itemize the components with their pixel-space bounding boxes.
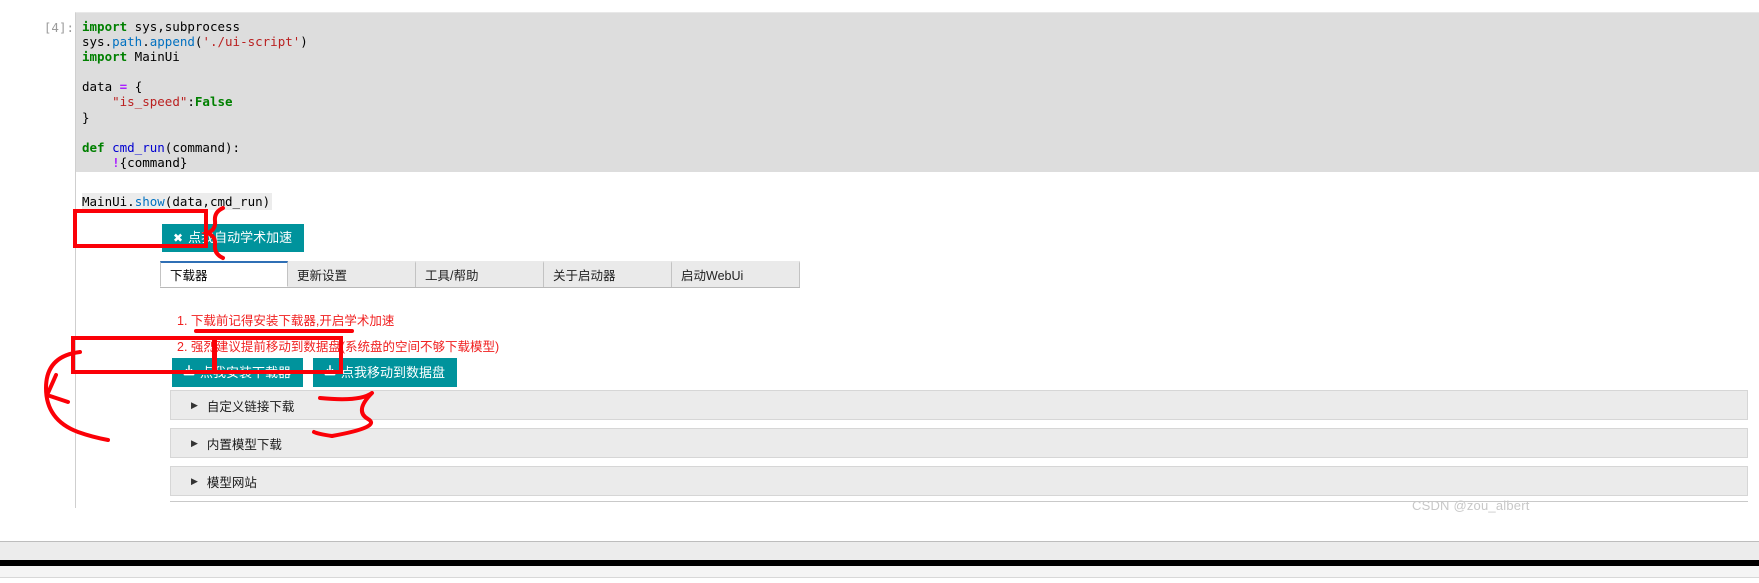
academic-acceleration-label: 点我自动学术加速	[188, 230, 293, 245]
accordion-model-websites[interactable]: ▶ 模型网站	[170, 466, 1748, 496]
install-downloader-label: 点我安装下载器	[200, 364, 292, 380]
academic-acceleration-button[interactable]: ✖ 点我自动学术加速	[162, 224, 305, 252]
tab-about-launcher[interactable]: 关于启动器	[544, 261, 672, 287]
code-output-line: MainUi.show(data,cmd_run)	[82, 193, 273, 210]
watermark: CSDN @zou_albert	[1412, 498, 1530, 513]
bottom-chrome-inner	[0, 566, 1759, 578]
chevron-right-icon: ▶	[191, 399, 198, 410]
chevron-right-icon: ▶	[191, 475, 198, 486]
accordion-list: ▶ 自定义链接下载 ▶ 内置模型下载 ▶ 模型网站	[170, 390, 1748, 504]
accordion-custom-link-download-label: 自定义链接下载	[206, 399, 295, 414]
code-editor[interactable]: import sys,subprocess sys.path.append('.…	[76, 13, 1759, 172]
tab-start-webui[interactable]: 启动WebUi	[672, 261, 800, 287]
accordion-custom-link-download[interactable]: ▶ 自定义链接下载	[170, 390, 1748, 420]
source-code: import sys,subprocess sys.path.append('.…	[82, 19, 308, 170]
notebook-cell: [4]: import sys,subprocess sys.path.appe…	[0, 0, 1759, 540]
move-to-data-disk-label: 点我移动到数据盘	[341, 364, 446, 380]
tab-start-webui-label: 启动WebUi	[681, 269, 744, 283]
move-to-data-disk-button[interactable]: 点我移动到数据盘	[313, 358, 458, 387]
accordion-builtin-model-download[interactable]: ▶ 内置模型下载	[170, 428, 1748, 458]
notice-install-downloader: 1. 下载前记得安装下载器,开启学术加速	[177, 314, 395, 328]
bottom-toolbar-strip	[0, 541, 1759, 560]
tab-downloader[interactable]: 下载器	[160, 261, 288, 287]
accordion-model-websites-label: 模型网站	[206, 475, 257, 490]
notice-move-to-data-disk: 2. 强烈建议提前移动到数据盘(系统盘的空间不够下载模型)	[177, 340, 500, 354]
cell-execution-prompt: [4]:	[43, 20, 74, 35]
close-x-icon: ✖	[173, 230, 184, 245]
bottom-chrome	[0, 566, 1759, 583]
tab-tools-help[interactable]: 工具/帮助	[416, 261, 544, 287]
install-downloader-button[interactable]: 点我安装下载器	[172, 358, 304, 387]
tab-tools-help-label: 工具/帮助	[425, 269, 479, 283]
academic-accel-row: ✖ 点我自动学术加速	[162, 224, 305, 252]
download-icon	[324, 365, 336, 379]
tab-downloader-label: 下载器	[170, 269, 208, 283]
tab-update-settings[interactable]: 更新设置	[288, 261, 416, 287]
tab-bar: 下载器 更新设置 工具/帮助 关于启动器 启动WebUi	[160, 261, 800, 288]
download-icon	[183, 365, 195, 379]
chevron-right-icon: ▶	[191, 437, 198, 448]
cell-body: import sys,subprocess sys.path.append('.…	[75, 12, 1759, 508]
tab-about-launcher-label: 关于启动器	[553, 269, 616, 283]
accordion-builtin-model-download-label: 内置模型下载	[206, 437, 282, 452]
tab-update-settings-label: 更新设置	[297, 269, 348, 283]
download-action-buttons: 点我安装下载器 点我移动到数据盘	[172, 358, 458, 387]
